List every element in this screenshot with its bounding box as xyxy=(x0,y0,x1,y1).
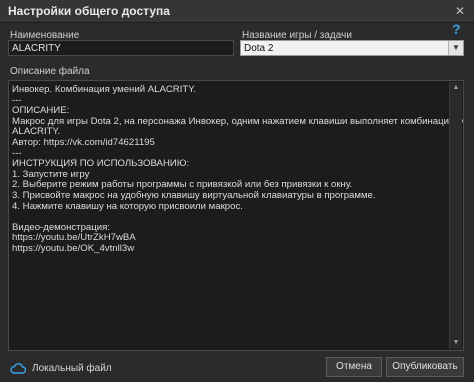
cloud-icon xyxy=(10,363,26,374)
title-bar: Настройки общего доступа ✕ xyxy=(0,0,474,23)
game-select[interactable]: Dota 2 ▼ xyxy=(240,40,464,56)
description-textarea[interactable]: Инвокер. Комбинация умений ALACRITY. --- О… xyxy=(8,80,464,351)
description-line: https://youtu.be/OK_4vtnll3w xyxy=(12,242,135,254)
game-select-value: Dota 2 xyxy=(244,43,274,54)
window-title: Настройки общего доступа xyxy=(8,4,170,18)
chevron-down-icon[interactable]: ▼ xyxy=(448,41,463,55)
description-line: Макрос для игры Dota 2, на персонажа Инв… xyxy=(12,115,464,127)
description-scrollbar[interactable]: ▲ ▼ xyxy=(449,82,462,349)
cancel-button[interactable]: Отмена xyxy=(326,357,382,377)
help-icon[interactable]: ? xyxy=(452,22,466,36)
name-input[interactable]: ALACRITY xyxy=(8,40,234,56)
description-line: 3. Присвойте макрос на удобную клавишу в… xyxy=(12,189,376,201)
description-line: --- xyxy=(12,94,22,106)
description-label: Описание файла xyxy=(10,66,90,77)
scroll-down-icon[interactable]: ▼ xyxy=(450,337,462,349)
description-line: Инвокер. Комбинация умений ALACRITY. xyxy=(12,84,197,95)
description-line: Автор: https://vk.com/id74621195 xyxy=(12,136,155,148)
publish-button[interactable]: Опубликовать xyxy=(386,357,464,377)
scroll-up-icon[interactable]: ▲ xyxy=(450,82,462,94)
description-line: 4. Нажмите клавишу на которую присвоили … xyxy=(12,200,243,212)
close-icon[interactable]: ✕ xyxy=(452,3,468,19)
local-file-label: Локальный файл xyxy=(32,363,112,374)
description-text: Инвокер. Комбинация умений ALACRITY. --- О… xyxy=(12,84,464,255)
